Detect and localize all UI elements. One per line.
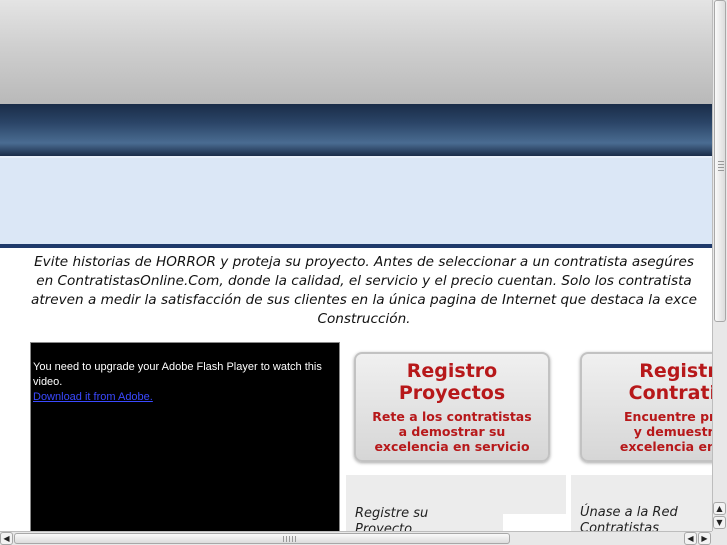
promo-title-line: Registro — [406, 360, 498, 382]
flash-upgrade-message: You need to upgrade your Adobe Flash Pla… — [33, 361, 322, 388]
horizontal-scrollbar[interactable]: ◀ ◀ ▶ — [0, 531, 712, 545]
promo-sub-line: y demuestre — [633, 424, 712, 439]
vertical-scrollbar[interactable]: ▲ ▼ — [712, 0, 727, 531]
unase-red-panel: Únase a la Red Contratistas — [571, 475, 712, 531]
promo-sub-line: Encuentre proy — [624, 409, 712, 424]
intro-text: Evite historias de HORROR y proteja su p… — [31, 254, 697, 327]
promo-sub-line: a demostrar su — [398, 424, 506, 439]
header-light-band — [0, 156, 712, 246]
registro-proyectos-button[interactable]: Registro Proyectos Rete a los contratist… — [354, 352, 550, 462]
vertical-scroll-thumb[interactable] — [714, 0, 726, 322]
header-nav-bar — [0, 104, 712, 156]
promo-sub-line: excelencia en servicio — [374, 439, 530, 454]
panel-gap — [503, 514, 567, 531]
flash-video-placeholder: You need to upgrade your Adobe Flash Pla… — [30, 342, 340, 531]
scroll-right-icon[interactable]: ▶ — [698, 532, 711, 545]
panel-title: Únase a la Red Contratistas — [580, 505, 678, 531]
scroll-left-icon[interactable]: ◀ — [0, 532, 13, 545]
registro-contratistas-button[interactable]: Registr Contratis Encuentre proy y demue… — [580, 352, 712, 462]
download-flash-link[interactable]: Download it from Adobe. — [33, 391, 153, 403]
scroll-down-icon[interactable]: ▼ — [713, 516, 726, 529]
scrollbar-corner — [712, 531, 727, 545]
header-divider — [0, 244, 712, 248]
page-viewport: Evite historias de HORROR y proteja su p… — [0, 0, 712, 531]
promo-title-line: Proyectos — [398, 382, 506, 404]
promo-title-line: Registr — [639, 360, 712, 382]
promo-sub-line: excelencia en se — [619, 439, 712, 454]
grip-icon — [718, 161, 724, 173]
grip-icon — [283, 536, 297, 542]
promo-title-line: Contratis — [628, 382, 712, 404]
header-banner — [0, 0, 712, 104]
promo-sub-line: Rete a los contratistas — [372, 409, 532, 424]
scroll-left-icon[interactable]: ◀ — [684, 532, 697, 545]
panel-title: Registre su Proyecto — [355, 506, 429, 531]
scroll-up-icon[interactable]: ▲ — [713, 502, 726, 515]
horizontal-scroll-thumb[interactable] — [14, 533, 510, 544]
